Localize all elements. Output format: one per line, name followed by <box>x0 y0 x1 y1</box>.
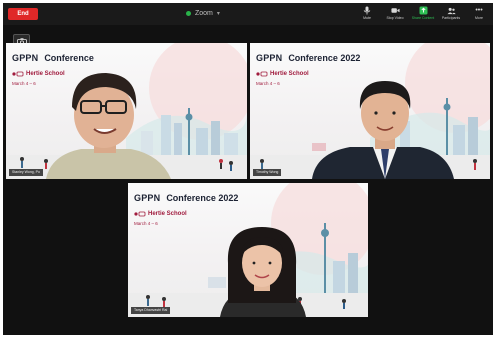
participant-video <box>312 81 454 179</box>
zoom-meeting-window: End Zoom ▾ Mute Stop Video Share Content… <box>3 3 493 335</box>
participant-tile-3[interactable]: GPPN Conference 2022 Hertie School March… <box>128 183 368 317</box>
participant-name: Timothy Wong <box>253 169 282 176</box>
connection-status-icon <box>186 10 191 16</box>
participant-name: Tanya Dhanvastri Rai <box>131 307 171 314</box>
participants-label: Participants <box>441 16 461 20</box>
meeting-toolbar: End Zoom ▾ Mute Stop Video Share Content… <box>3 3 493 25</box>
participants-icon <box>446 6 456 15</box>
participant-tile-2[interactable]: GPPN Conference 2022 Hertie School March… <box>250 43 490 179</box>
participant-name: Stanley Wong, Po <box>9 169 43 176</box>
more-button[interactable]: ••• More <box>467 4 491 24</box>
participant-video <box>46 73 171 179</box>
mute-label: Mute <box>363 16 371 20</box>
share-content-button[interactable]: Share Content <box>411 4 435 24</box>
mute-button[interactable]: Mute <box>355 4 379 24</box>
video-camera-icon <box>390 6 400 15</box>
stop-video-label: Stop Video <box>386 16 404 20</box>
participant-tile-1[interactable]: GPPN Conference Hertie School March 4 – … <box>6 43 247 179</box>
share-content-label: Share Content <box>411 16 435 20</box>
app-name: Zoom <box>195 10 213 17</box>
toolbar-actions: Mute Stop Video Share Content Participan… <box>355 4 491 24</box>
zoom-app-menu[interactable]: Zoom ▾ <box>186 8 220 20</box>
end-meeting-button[interactable]: End <box>8 8 38 20</box>
more-icon: ••• <box>475 7 483 14</box>
chevron-down-icon: ▾ <box>216 11 220 17</box>
share-screen-icon <box>419 6 428 15</box>
participants-button[interactable]: Participants <box>439 4 463 24</box>
microphone-icon <box>363 6 372 15</box>
more-label: More <box>475 16 483 20</box>
stop-video-button[interactable]: Stop Video <box>383 4 407 24</box>
participant-video <box>220 227 306 317</box>
